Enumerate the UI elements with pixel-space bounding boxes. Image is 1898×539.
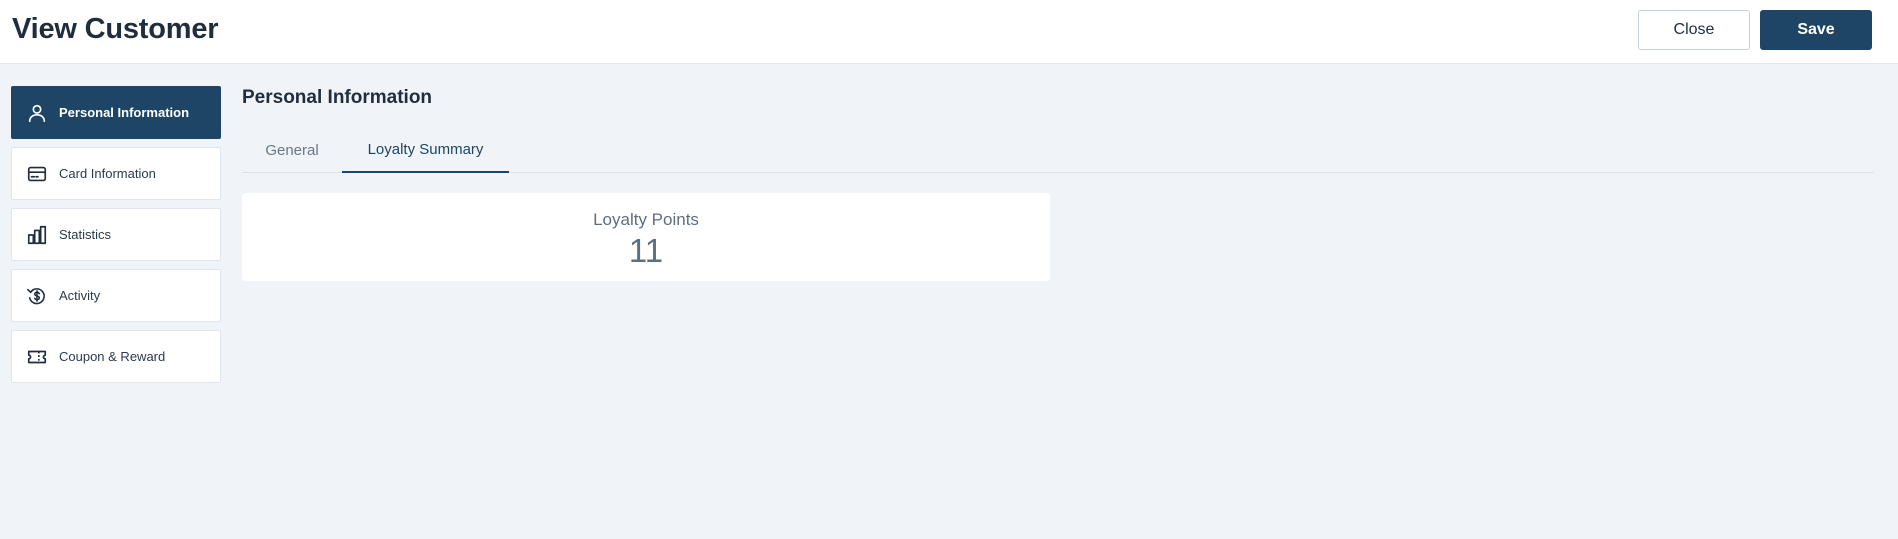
sidebar-item-activity[interactable]: Activity xyxy=(11,269,221,322)
tab-bar: General Loyalty Summary xyxy=(242,128,1874,173)
page-title: View Customer xyxy=(12,13,219,45)
loyalty-points-card: Loyalty Points 11 xyxy=(242,193,1050,281)
sidebar-item-label: Statistics xyxy=(59,227,112,242)
save-button[interactable]: Save xyxy=(1760,10,1872,50)
tab-loyalty-summary[interactable]: Loyalty Summary xyxy=(342,128,509,173)
close-button[interactable]: Close xyxy=(1638,10,1750,50)
section-title: Personal Information xyxy=(242,87,433,108)
header-bar: View Customer Close Save xyxy=(0,0,1898,64)
sidebar-item-label: Personal Information xyxy=(59,105,190,120)
loyalty-points-value: 11 xyxy=(628,232,664,269)
tab-general[interactable]: General xyxy=(242,128,342,173)
dollar-cycle-icon xyxy=(26,285,48,307)
bar-chart-icon xyxy=(26,224,48,246)
loyalty-points-label: Loyalty Points xyxy=(593,210,699,229)
sidebar-item-statistics[interactable]: Statistics xyxy=(11,208,221,261)
sidebar-item-label: Activity xyxy=(59,288,101,303)
sidebar-item-card-information[interactable]: Card Information xyxy=(11,147,221,200)
ticket-icon xyxy=(26,346,48,368)
sidebar: Personal Information Card Information St… xyxy=(11,86,221,391)
user-icon xyxy=(26,102,48,124)
sidebar-item-label: Coupon & Reward xyxy=(59,349,166,364)
sidebar-item-label: Card Information xyxy=(59,166,156,181)
sidebar-item-personal-information[interactable]: Personal Information xyxy=(11,86,221,139)
credit-card-icon xyxy=(26,163,48,185)
sidebar-item-coupon-reward[interactable]: Coupon & Reward xyxy=(11,330,221,383)
